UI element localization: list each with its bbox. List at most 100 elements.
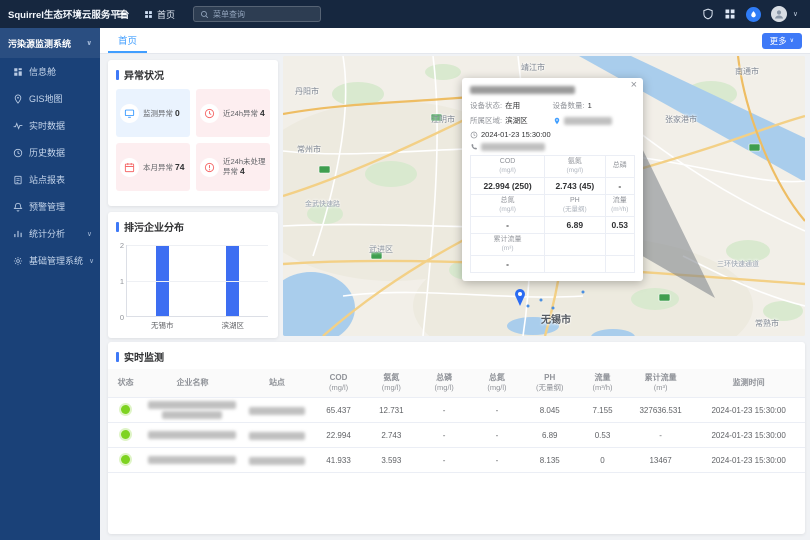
menu-search-input[interactable]: 菜单查询 — [193, 6, 321, 22]
abnormal-status-card: 异常状况 监测异常0近24h异常4本月异常74近24h未处理异常4 — [108, 60, 278, 206]
status-indicator — [121, 430, 130, 439]
status-cell — [108, 423, 143, 448]
region-value: 滨湖区 — [505, 115, 528, 126]
value-cell: 2024-01-23 15:30:00 — [692, 423, 805, 448]
abnormal-tile-label: 近24h异常4 — [223, 108, 265, 118]
popup-metric-value: - — [471, 255, 545, 272]
redacted-address — [564, 117, 612, 125]
table-row[interactable]: 22.9942.743--6.890.53-2024-01-23 15:30:0… — [108, 423, 805, 448]
column-header: 流量(m³/h) — [576, 369, 629, 398]
realtime-monitoring-table: 状态企业名称站点COD(mg/l)氨氮(mg/l)总磷(mg/l)总氮(mg/l… — [108, 369, 805, 473]
abnormal-tiles: 监测异常0 近24h异常4 本月异常74 近24h未处理异常4 — [108, 87, 278, 193]
abnormal-tile-label: 本月异常74 — [143, 162, 184, 172]
sidebar-item-label: GIS地图 — [29, 92, 63, 105]
close-icon[interactable]: × — [631, 79, 637, 91]
sidebar-item-statistics-analysis[interactable]: 统计分析∨ — [0, 220, 100, 247]
abnormal-tile-3[interactable]: 近24h未处理异常4 — [196, 143, 270, 191]
sidebar-item-site-report[interactable]: 站点报表 — [0, 166, 100, 193]
status-indicator — [121, 455, 130, 464]
region-label: 所属区域: — [470, 115, 502, 126]
value-cell: 8.135 — [523, 448, 576, 473]
table-row[interactable]: 41.9333.593--8.1350134672024-01-23 15:30… — [108, 448, 805, 473]
redacted-site-name — [249, 407, 305, 415]
map-label: 常州市 — [297, 144, 321, 155]
value-cell: 8.045 — [523, 398, 576, 423]
pulse-icon — [13, 121, 23, 131]
sidebar: 污染源监测系统 ∨ 信息舱GIS地图实时数据历史数据站点报表预警管理统计分析∨基… — [0, 28, 100, 540]
abnormal-tile-0[interactable]: 监测异常0 — [116, 89, 190, 137]
user-avatar[interactable] — [771, 6, 787, 22]
sidebar-item-history-data[interactable]: 历史数据 — [0, 139, 100, 166]
popup-metric-value: 6.89 — [545, 216, 605, 233]
value-cell: 41.933 — [312, 448, 365, 473]
sidebar-item-base-management[interactable]: 基础管理系统∨ — [0, 247, 100, 274]
site-cell — [242, 448, 312, 473]
sidebar-menu: 信息舱 GIS地图实时数据历史数据站点报表预警管理统计分析∨基础管理系统∨ — [0, 58, 100, 274]
chart-gridline — [127, 245, 268, 246]
redacted-station-title — [470, 86, 575, 94]
hamburger-menu-icon[interactable] — [116, 8, 128, 20]
home-breadcrumb[interactable]: 首页 — [144, 8, 175, 21]
device-status-value: 在用 — [505, 100, 520, 111]
chart-gridline — [127, 281, 268, 282]
apps-launcher-icon[interactable] — [724, 8, 736, 20]
x-tick-label: 无锡市 — [151, 320, 174, 331]
map-label: 靖江市 — [521, 62, 545, 73]
sidebar-item-gis-map[interactable]: GIS地图 — [0, 85, 100, 112]
report-icon — [13, 175, 23, 185]
topbar: Squirrel生态环境云服务平台 首页 菜单查询 ∨ — [0, 0, 810, 28]
abnormal-tile-value: 0 — [175, 108, 180, 118]
redacted-site-name — [249, 457, 305, 465]
redacted-phone — [481, 143, 545, 151]
abnormal-tile-1[interactable]: 近24h异常4 — [196, 89, 270, 137]
abnormal-tile-2[interactable]: 本月异常74 — [116, 143, 190, 191]
popup-metric-header — [545, 233, 605, 255]
enterprise-name-cell — [143, 398, 242, 423]
popup-metric-value: 22.994 (250) — [471, 177, 545, 194]
sidebar-item-alarm-management[interactable]: 预警管理 — [0, 193, 100, 220]
realtime-monitoring-title: 实时监测 — [108, 342, 805, 369]
popup-metric-value: 2.743 (45) — [545, 177, 605, 194]
more-button-label: 更多 — [770, 35, 787, 47]
chevron-down-icon: ∨ — [793, 10, 798, 18]
value-cell: 6.89 — [523, 423, 576, 448]
sidebar-item-label: 基础管理系统 — [29, 254, 83, 267]
gear-icon — [13, 256, 23, 266]
map-label: 江阴市 — [431, 114, 455, 125]
shield-icon[interactable] — [702, 8, 714, 20]
water-drop-badge[interactable] — [746, 7, 761, 22]
popup-metric-header: 流量(m³/h) — [605, 194, 634, 216]
popup-metric-header: PH(无量纲) — [545, 194, 605, 216]
table-row[interactable]: 65.43712.731--8.0457.155327636.5312024-0… — [108, 398, 805, 423]
gis-map[interactable]: 靖江市南通市丹阳市常州市江阴市张家港市金武快速路武进区无锡市三环快速通道常熟市 … — [283, 56, 805, 336]
sidebar-system-title[interactable]: 污染源监测系统 ∨ — [0, 28, 100, 58]
tab-home-label: 首页 — [118, 33, 137, 47]
site-cell — [242, 398, 312, 423]
column-header: 企业名称 — [143, 369, 242, 398]
enterprise-name-cell — [143, 448, 242, 473]
apps-grid-icon — [144, 10, 153, 19]
value-cell: 2024-01-23 15:30:00 — [692, 448, 805, 473]
value-cell: 2024-01-23 15:30:00 — [692, 398, 805, 423]
column-header: 监测时间 — [692, 369, 805, 398]
popup-metric-header: 总氮(mg/l) — [471, 194, 545, 216]
map-label: 无锡市 — [541, 311, 571, 326]
topbar-actions: ∨ — [702, 6, 810, 22]
device-count-value: 1 — [588, 101, 592, 110]
status-cell — [108, 398, 143, 423]
more-button[interactable]: 更多 ∨ — [762, 33, 802, 49]
redacted-enterprise-name — [148, 456, 236, 464]
sidebar-item-realtime-data[interactable]: 实时数据 — [0, 112, 100, 139]
column-header: 总磷(mg/l) — [418, 369, 471, 398]
chart-y-axis: 210 — [114, 245, 126, 317]
map-label: 丹阳市 — [295, 86, 319, 97]
alert-icon — [200, 158, 219, 177]
tab-home[interactable]: 首页 — [108, 28, 147, 53]
map-label: 武进区 — [369, 244, 393, 255]
value-cell: - — [471, 423, 524, 448]
site-cell — [242, 423, 312, 448]
sidebar-item-info-cabin[interactable]: 信息舱 — [0, 58, 100, 85]
map-label: 常熟市 — [755, 318, 779, 329]
system-title-label: 污染源监测系统 — [8, 37, 71, 50]
y-tick-label: 0 — [120, 313, 124, 322]
